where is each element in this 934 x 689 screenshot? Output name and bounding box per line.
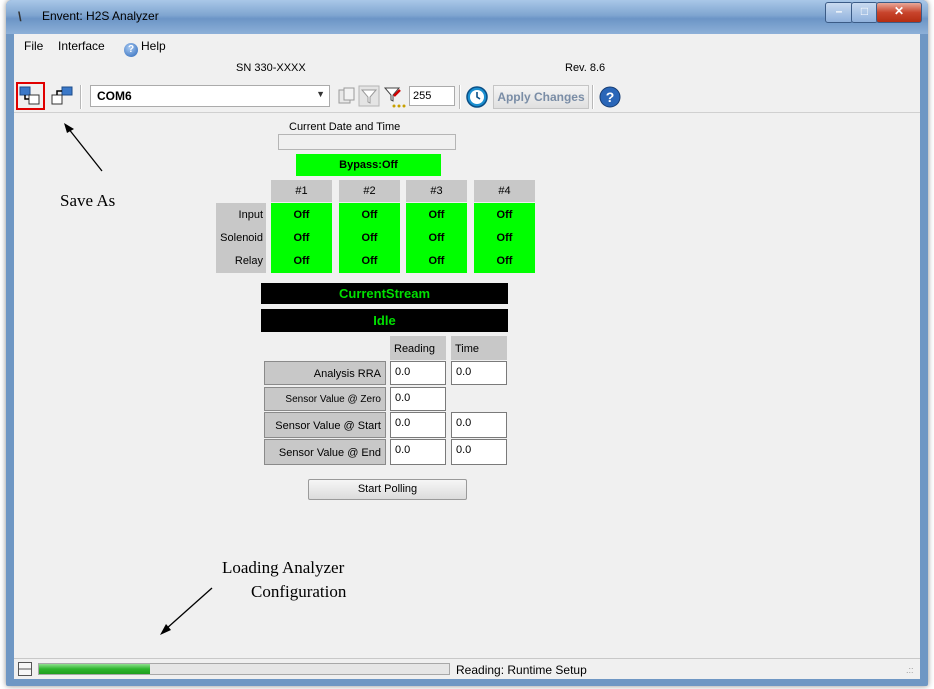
status-cell: Off <box>293 232 310 244</box>
current-stream-status: Idle <box>261 309 508 332</box>
save-as-icon <box>19 86 40 105</box>
status-cell: Off <box>361 255 378 267</box>
serial-number: SN 330-XXXX <box>236 62 306 74</box>
status-cell: Off <box>428 232 445 244</box>
stream-header: #4 <box>474 180 535 202</box>
menu-file[interactable]: File <box>24 39 43 53</box>
status-cell: Off <box>293 255 310 267</box>
info-bar: SN 330-XXXX Rev. 8.6 <box>14 58 920 78</box>
com-port-value: COM6 <box>97 89 132 103</box>
stream-1-column: Off Off Off <box>271 203 332 273</box>
analysis-rra-time: 0.0 <box>451 361 507 385</box>
menu-bar: File Interface ? Help <box>14 34 920 58</box>
com-port-select[interactable]: COM6 ▼ <box>90 85 330 107</box>
current-stream-label: CurrentStream <box>261 283 508 304</box>
status-cell: Off <box>496 255 513 267</box>
title-bar[interactable]: \ Envent: H2S Analyzer – □ ✕ <box>6 0 928 34</box>
arrow-annotation <box>64 123 103 172</box>
filter-button[interactable] <box>358 85 382 107</box>
svg-text:?: ? <box>606 89 615 105</box>
start-polling-button[interactable]: Start Polling <box>308 479 467 500</box>
stream-header: #3 <box>406 180 467 202</box>
status-cell: Off <box>496 232 513 244</box>
help-icon: ? <box>124 43 138 57</box>
clock-button[interactable] <box>465 85 489 108</box>
help-icon: ? <box>599 86 621 108</box>
menu-help[interactable]: ? Help <box>124 39 166 57</box>
client-area: File Interface ? Help SN 330-XXXX Rev. 8.… <box>14 34 920 679</box>
time-column-header: Time <box>451 336 507 360</box>
filter-dots-button[interactable] <box>382 85 406 108</box>
bypass-status: Bypass:Off <box>296 154 441 176</box>
status-text: Reading: Runtime Setup <box>456 663 587 677</box>
row-labels-panel: Input Solenoid Relay <box>216 203 266 273</box>
status-cell: Off <box>428 209 445 221</box>
application-window: \ Envent: H2S Analyzer – □ ✕ File Interf… <box>6 0 928 686</box>
count-input[interactable]: 255 <box>409 86 455 106</box>
sensor-start-time: 0.0 <box>451 412 507 438</box>
revision-label: Rev. 8.6 <box>565 62 606 74</box>
annotation-loading-line1: Loading Analyzer <box>222 558 345 577</box>
row-label-relay: Relay <box>234 255 263 267</box>
panel-toggle-icon[interactable] <box>18 662 32 676</box>
copy-icon <box>338 87 355 104</box>
minimize-button[interactable]: – <box>825 2 853 23</box>
sensor-end-time: 0.0 <box>451 439 507 465</box>
apply-changes-button[interactable]: Apply Changes <box>493 85 589 109</box>
maximize-button[interactable]: □ <box>851 2 878 23</box>
menu-help-label: Help <box>141 39 166 53</box>
stream-2-column: Off Off Off <box>339 203 400 273</box>
datetime-value <box>278 134 456 150</box>
sensor-start-reading: 0.0 <box>390 412 446 438</box>
sensor-end-reading: 0.0 <box>390 439 446 465</box>
toolbar-separator <box>592 85 594 109</box>
status-cell: Off <box>361 232 378 244</box>
datetime-label: Current Date and Time <box>289 121 401 133</box>
resize-grip-icon[interactable]: .:: <box>906 665 914 675</box>
stream-4-column: Off Off Off <box>474 203 535 273</box>
annotation-save-as: Save As <box>60 191 116 210</box>
filter-dots-icon <box>383 87 406 108</box>
app-icon: \ <box>18 9 22 24</box>
stream-header: #1 <box>271 180 332 202</box>
progress-fill <box>39 664 150 674</box>
main-panel: Current Date and Time Bypass:Off #1 #2 #… <box>14 113 920 658</box>
help-button[interactable]: ? <box>598 85 622 108</box>
progress-bar <box>38 663 450 675</box>
window-title: Envent: H2S Analyzer <box>42 9 159 23</box>
toolbar-separator <box>459 85 461 109</box>
load-config-button[interactable] <box>50 85 74 107</box>
filter-icon <box>358 85 380 107</box>
status-cell: Off <box>496 209 513 221</box>
toolbar: COM6 ▼ 255 Apply Changes ? <box>14 78 920 113</box>
save-as-button[interactable] <box>16 82 45 110</box>
reading-column-header: Reading <box>390 336 446 360</box>
stream-header: #2 <box>339 180 400 202</box>
analysis-rra-reading: 0.0 <box>390 361 446 385</box>
toolbar-separator <box>80 85 82 109</box>
status-bar: Reading: Runtime Setup .:: <box>14 658 920 679</box>
close-button[interactable]: ✕ <box>876 2 922 23</box>
clock-icon <box>466 86 488 108</box>
arrow-annotation <box>160 587 213 635</box>
status-cell: Off <box>428 255 445 267</box>
status-cell: Off <box>293 209 310 221</box>
status-cell: Off <box>361 209 378 221</box>
reading-row-label: Sensor Value @ Zero <box>264 387 386 411</box>
row-label-solenoid: Solenoid <box>220 232 263 244</box>
annotation-loading-line2: Configuration <box>251 582 347 601</box>
reading-row-label: Sensor Value @ End <box>264 439 386 465</box>
reading-row-label: Analysis RRA <box>264 361 386 385</box>
stream-3-column: Off Off Off <box>406 203 467 273</box>
load-config-icon <box>51 86 73 105</box>
copy-button[interactable] <box>336 85 360 107</box>
chevron-down-icon: ▼ <box>316 89 325 99</box>
menu-interface[interactable]: Interface <box>58 39 105 53</box>
reading-row-label: Sensor Value @ Start <box>264 412 386 438</box>
row-label-input: Input <box>238 209 263 221</box>
sensor-zero-reading: 0.0 <box>390 387 446 411</box>
